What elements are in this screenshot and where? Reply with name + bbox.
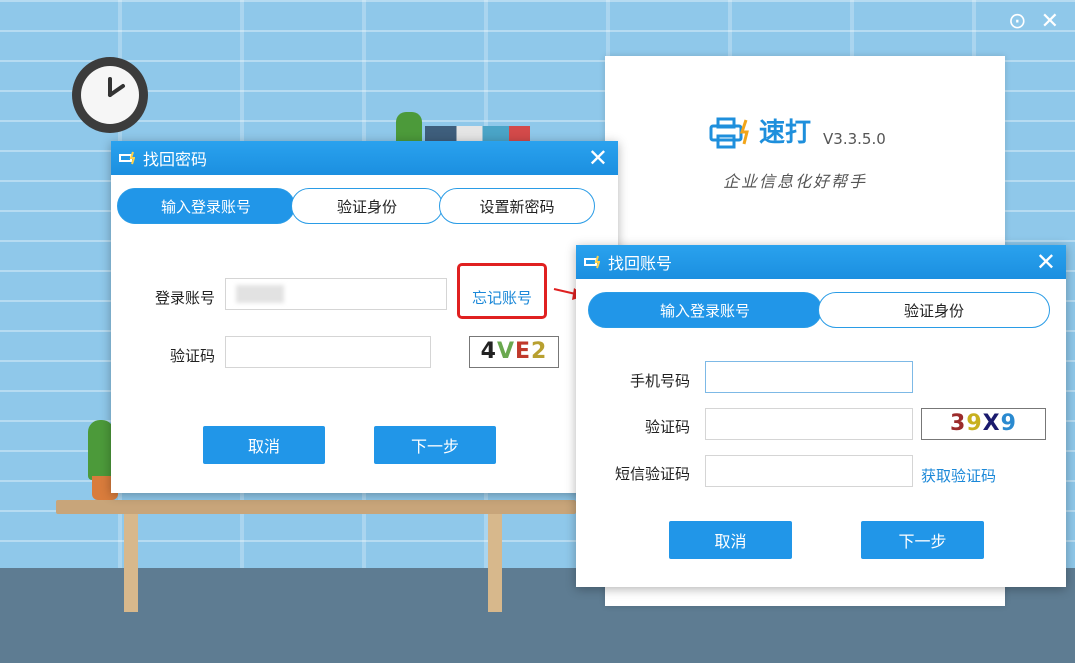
step-indicator: 输入登录账号 验证身份 bbox=[588, 292, 1050, 328]
close-icon[interactable]: ✕ bbox=[1036, 249, 1056, 275]
app-logo-icon bbox=[119, 150, 136, 166]
cancel-button[interactable]: 取消 bbox=[669, 521, 792, 559]
sms-code-input[interactable] bbox=[705, 455, 913, 487]
next-button[interactable]: 下一步 bbox=[861, 521, 984, 559]
printer-logo-icon bbox=[709, 116, 753, 150]
get-code-link[interactable]: 获取验证码 bbox=[921, 465, 996, 486]
recover-password-dialog: 找回密码 ✕ 输入登录账号 验证身份 设置新密码 登录账号 忘记账号 验证码 4… bbox=[111, 141, 618, 493]
captcha-image[interactable]: 4VE2 bbox=[469, 336, 559, 368]
captcha-label: 验证码 bbox=[644, 418, 690, 436]
step-enter-account: 输入登录账号 bbox=[117, 188, 295, 224]
captcha-char: X bbox=[982, 411, 1001, 436]
settings-icon[interactable]: ⊙ bbox=[1008, 10, 1026, 34]
desk-leg bbox=[124, 514, 138, 612]
cactus-decoration bbox=[396, 112, 422, 144]
captcha-char: E bbox=[515, 339, 532, 364]
dialog-title: 找回密码 bbox=[143, 150, 208, 169]
version-label: V3.3.5.0 bbox=[823, 130, 886, 148]
forgot-account-link[interactable]: 忘记账号 bbox=[472, 287, 532, 308]
dialog-titlebar: 找回账号 ✕ bbox=[576, 245, 1066, 279]
sms-code-label: 短信验证码 bbox=[614, 465, 690, 483]
step-verify-identity: 验证身份 bbox=[818, 292, 1050, 328]
step-enter-account: 输入登录账号 bbox=[588, 292, 822, 328]
blurred-account-value bbox=[236, 285, 284, 303]
cancel-button[interactable]: 取消 bbox=[203, 426, 325, 464]
account-input[interactable] bbox=[225, 278, 447, 310]
desk bbox=[56, 500, 576, 514]
app-logo-icon bbox=[584, 254, 601, 270]
wall-clock-icon bbox=[72, 57, 148, 133]
phone-input[interactable] bbox=[705, 361, 913, 393]
dialog-title: 找回账号 bbox=[608, 254, 673, 273]
step-set-password: 设置新密码 bbox=[439, 188, 595, 224]
step-indicator: 输入登录账号 验证身份 设置新密码 bbox=[117, 188, 595, 224]
next-button[interactable]: 下一步 bbox=[374, 426, 496, 464]
captcha-label: 验证码 bbox=[169, 347, 215, 365]
step-verify-identity: 验证身份 bbox=[291, 188, 443, 224]
close-icon[interactable]: ✕ bbox=[588, 145, 608, 171]
desk-leg bbox=[488, 514, 502, 612]
brand-name: 速打 bbox=[759, 118, 812, 148]
account-label: 登录账号 bbox=[154, 289, 215, 307]
dialog-titlebar: 找回密码 ✕ bbox=[111, 141, 618, 175]
brand-logo: 速打 V3.3.5.0 bbox=[709, 116, 886, 150]
close-icon[interactable]: ✕ bbox=[1041, 10, 1059, 34]
captcha-char: 4 bbox=[480, 339, 497, 364]
captcha-image[interactable]: 39X9 bbox=[921, 408, 1046, 440]
captcha-char: 2 bbox=[531, 339, 548, 364]
window-controls: ⊙ ✕ bbox=[1008, 10, 1059, 34]
phone-label: 手机号码 bbox=[629, 372, 690, 390]
captcha-char: V bbox=[496, 339, 515, 364]
captcha-char: 9 bbox=[966, 411, 983, 436]
captcha-char: 9 bbox=[1000, 411, 1017, 436]
captcha-char: 3 bbox=[950, 411, 967, 436]
recover-account-dialog: 找回账号 ✕ 输入登录账号 验证身份 手机号码 验证码 39X9 短信验证码 获… bbox=[576, 245, 1066, 587]
captcha-input[interactable] bbox=[705, 408, 913, 440]
slogan: 企业信息化好帮手 bbox=[723, 172, 868, 191]
captcha-input[interactable] bbox=[225, 336, 431, 368]
